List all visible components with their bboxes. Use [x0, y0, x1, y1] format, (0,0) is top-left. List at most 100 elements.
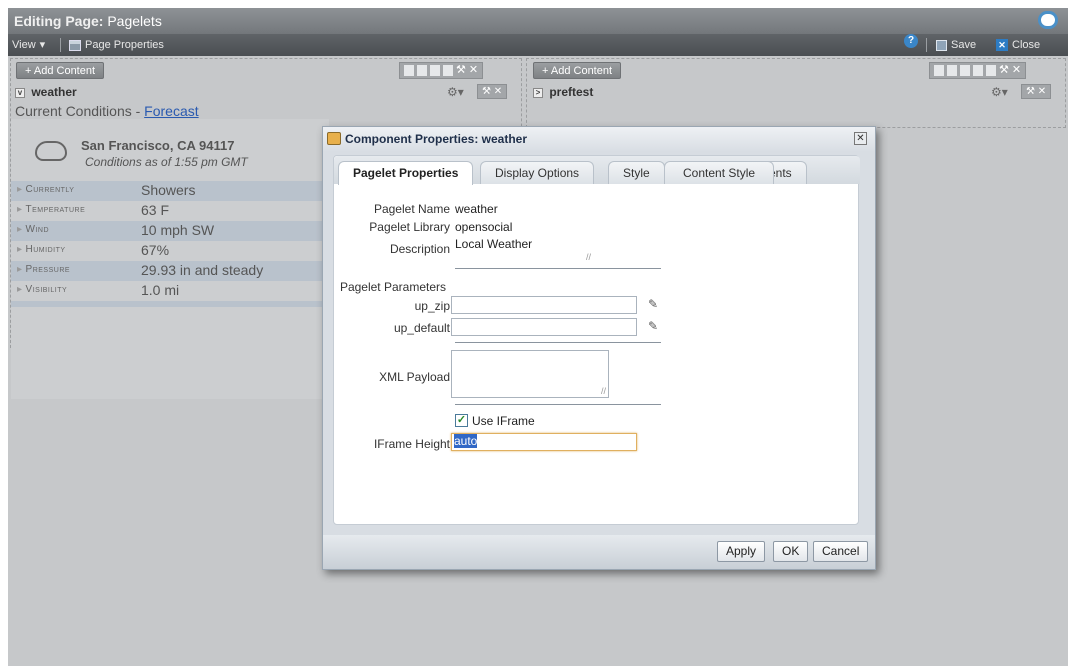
weather-row: Wind 10 mph SW [11, 221, 329, 241]
column-layout-tools[interactable]: ⚒ ✕ [929, 62, 1027, 79]
up-default-label: up_default [393, 321, 450, 335]
forecast-link[interactable]: Forecast [144, 103, 198, 119]
weather-row-label: Temperature [17, 204, 85, 215]
cancel-button[interactable]: Cancel [813, 541, 869, 562]
apply-button[interactable]: Apply [717, 541, 766, 562]
iframe-height-value: auto [454, 434, 478, 448]
pagelet-name-label: Pagelet Name [373, 202, 450, 216]
layout-icon[interactable] [973, 65, 983, 76]
weather-row-label: Currently [17, 184, 74, 195]
layout-icon[interactable] [404, 65, 414, 76]
pagelet-tools[interactable]: ⚒ ✕ [1021, 84, 1052, 99]
title-bar: Editing Page: Pagelets [8, 8, 1068, 34]
page-properties-button[interactable]: Page Properties [69, 34, 164, 56]
tab-content-style[interactable]: Content Style [664, 161, 775, 184]
description-field[interactable]: Local Weather [455, 237, 532, 251]
help-icon: ? [904, 34, 918, 48]
close-icon[interactable]: ✕ [469, 65, 478, 76]
title-prefix: Editing Page: [14, 13, 104, 29]
pagelet-header-weather: v weather [15, 83, 77, 101]
toolbar-divider [926, 38, 927, 52]
divider [455, 404, 661, 405]
weather-location: San Francisco, CA 94117 [81, 138, 235, 153]
weather-row: Humidity 67% [11, 241, 329, 261]
layout-icon[interactable] [417, 65, 427, 76]
divider [455, 268, 661, 269]
wrench-icon[interactable]: ⚒ [999, 65, 1009, 76]
oracle-logo-icon [1038, 11, 1058, 29]
layout-icon[interactable] [986, 65, 996, 76]
use-iframe-checkbox[interactable]: ✓ [455, 414, 468, 427]
weather-row-label: Wind [17, 224, 49, 235]
weather-row-value: Showers [141, 182, 196, 198]
tab-display-options[interactable]: Display Options [480, 161, 595, 184]
help-button[interactable]: ? [904, 34, 918, 48]
layout-icon[interactable] [934, 65, 944, 76]
dialog-close-button[interactable]: ✕ [854, 132, 867, 145]
weather-row: Visibility 1.0 mi [11, 281, 329, 301]
weather-row-label: Humidity [17, 244, 66, 255]
resize-grip-icon[interactable]: // [586, 252, 856, 523]
weather-row-label: Pressure [17, 264, 70, 275]
weather-row: Temperature 63 F [11, 201, 329, 221]
layout-icon[interactable] [960, 65, 970, 76]
description-label: Description [389, 242, 450, 256]
weather-row-value: 10 mph SW [141, 222, 215, 238]
save-button[interactable]: Save [936, 34, 976, 56]
weather-pagelet-content: Current Conditions - Forecast San Franci… [11, 103, 329, 399]
add-content-button[interactable]: + Add Content [16, 62, 105, 79]
weather-timestamp: Conditions as of 1:55 pm GMT [85, 155, 248, 169]
weather-row-value: 63 F [141, 202, 170, 218]
weather-row-value: 1.0 mi [141, 282, 180, 298]
close-icon[interactable]: ✕ [1012, 65, 1021, 76]
add-content-button[interactable]: + Add Content [533, 62, 622, 79]
edit-pencil-icon[interactable]: ✎ [648, 297, 658, 311]
close-icon: ✕ [996, 39, 1008, 51]
gear-icon[interactable]: ⚙▾ [447, 85, 464, 99]
ok-button[interactable]: OK [773, 541, 809, 562]
layout-icon[interactable] [430, 65, 440, 76]
current-conditions-heading: Current Conditions - Forecast [15, 103, 199, 119]
pagelet-tools[interactable]: ⚒ ✕ [477, 84, 508, 99]
toolbar-divider [60, 38, 61, 52]
component-icon [327, 132, 341, 145]
layout-icon[interactable] [443, 65, 453, 76]
gear-icon[interactable]: ⚙▾ [991, 85, 1008, 99]
resize-grip-icon[interactable]: // [601, 386, 606, 396]
close-button[interactable]: ✕ Close [996, 34, 1040, 56]
cloud-icon [35, 141, 67, 161]
iframe-height-label: IFrame Height [373, 437, 450, 451]
save-label: Save [951, 39, 977, 51]
dialog-footer: Apply OK Cancel [323, 535, 875, 569]
pagelet-title: weather [31, 85, 77, 99]
view-menu-label: View [12, 39, 36, 51]
edit-pencil-icon[interactable]: ✎ [648, 319, 658, 333]
xml-payload-textarea[interactable]: // [451, 350, 609, 398]
weather-row: Currently Showers [11, 181, 329, 201]
dialog-header[interactable]: Component Properties: weather ✕ [323, 127, 875, 151]
weather-row: Pressure 29.93 in and steady [11, 261, 329, 281]
weather-row-partial [11, 301, 329, 307]
page-title: Pagelets [107, 13, 162, 29]
save-icon [936, 39, 947, 51]
pagelet-parameters-label: Pagelet Parameters [339, 280, 446, 294]
up-zip-input[interactable] [451, 296, 637, 314]
weather-row-value: 67% [141, 242, 170, 258]
up-default-input[interactable] [451, 318, 637, 336]
expand-icon[interactable]: > [533, 87, 543, 98]
chevron-down-icon: ▾ [39, 39, 46, 51]
pagelet-name-value: weather [455, 202, 498, 216]
wrench-icon[interactable]: ⚒ [456, 65, 466, 76]
layout-icon[interactable] [947, 65, 957, 76]
tab-pagelet-properties[interactable]: Pagelet Properties [338, 161, 474, 185]
pagelet-header-preftest: > preftest [533, 83, 593, 101]
view-menu[interactable]: View ▾ [12, 34, 45, 56]
iframe-height-input[interactable]: auto [451, 433, 637, 451]
editor-toolbar: View ▾ Page Properties ? Save ✕ Close [8, 34, 1068, 56]
column-layout-tools[interactable]: ⚒ ✕ [399, 62, 484, 79]
pagelet-title: preftest [549, 85, 594, 99]
close-label: Close [1012, 39, 1041, 51]
pagelet-library-value: opensocial [455, 220, 513, 234]
tab-style[interactable]: Style [608, 161, 665, 184]
collapse-icon[interactable]: v [15, 87, 25, 98]
